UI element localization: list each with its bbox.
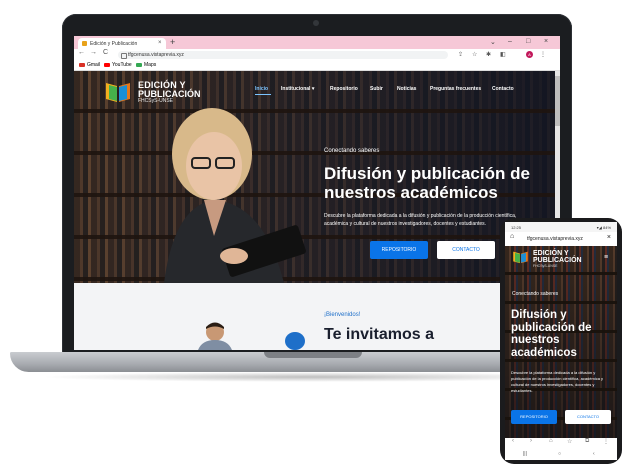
phone-status-bar: 12:25 ▾◢ 84% (505, 222, 617, 232)
youtube-icon (104, 62, 110, 67)
phone-status-icons: ▾◢ 84% (596, 225, 611, 230)
person-photo (198, 322, 232, 350)
laptop-screen: Edición y Publicación × + ⌄ – □ × ← → C … (74, 36, 560, 350)
phone-system-nav: ||| ○ ‹ (505, 450, 617, 460)
phone-book-logo-icon (513, 251, 528, 264)
info-circle-icon (285, 332, 305, 350)
woman-with-tablet-image (164, 108, 306, 283)
forward-icon[interactable]: → (90, 49, 97, 56)
nav-preguntas-frecuentes[interactable]: Preguntas frecuentes (430, 86, 481, 92)
phone-back-icon[interactable]: ‹ (512, 438, 514, 444)
phone-url-text: tfgcenusa.vistaprevia.xyz (527, 236, 583, 242)
tab-close-icon[interactable]: × (158, 40, 162, 46)
phone-repositorio-button[interactable]: REPOSITORIO (511, 410, 557, 424)
phone-menu-icon[interactable]: ⋮ (603, 438, 609, 445)
phone-contacto-button[interactable]: CONTACTO (565, 410, 611, 424)
phone-forward-icon[interactable]: › (530, 438, 532, 444)
maps-icon (136, 62, 142, 67)
bookmark-maps[interactable]: Maps (136, 62, 156, 68)
phone-hero-title: Difusión y publicación de nuestros acadé… (511, 309, 592, 359)
new-tab-button[interactable]: + (170, 37, 175, 47)
welcome-title: Te invitamos a (324, 326, 434, 343)
tab-title: Edición y Publicación (90, 41, 138, 47)
phone-hero-eyebrow: Conectando saberes (512, 291, 559, 297)
welcome-eyebrow: ¡Bienvenidos! (324, 312, 361, 318)
share-icon[interactable]: ⇪ (458, 51, 463, 58)
tab-list-icon[interactable]: ⌄ (490, 38, 496, 46)
hero-title: Difusión y publicación de nuestros acadé… (324, 164, 530, 202)
lock-icon (121, 53, 127, 59)
book-logo-icon (106, 83, 130, 102)
hero-eyebrow: Conectando saberes (324, 148, 380, 154)
system-home-icon[interactable]: ○ (558, 451, 561, 457)
browser-tab[interactable]: Edición y Publicación × (78, 38, 166, 49)
contacto-button[interactable]: CONTACTO (437, 241, 495, 259)
close-window-icon[interactable]: × (544, 38, 548, 45)
nav-repositorio[interactable]: Repositorio (330, 86, 358, 92)
phone-close-icon[interactable]: × (607, 234, 611, 241)
phone-tabs-icon[interactable]: ⧉ (585, 438, 589, 445)
nav-inicio[interactable]: Inicio (255, 86, 268, 92)
nav-institucional[interactable]: Institucional ▾ (281, 86, 314, 92)
phone-hamburger-icon[interactable]: ≡ (604, 254, 608, 261)
repositorio-button[interactable]: REPOSITORIO (370, 241, 428, 259)
back-icon[interactable]: ← (78, 49, 85, 56)
phone-logo-line-2: PUBLICACIÓN (533, 257, 582, 264)
phone-time: 12:25 (511, 225, 522, 230)
page-scrollbar-thumb[interactable] (555, 76, 560, 126)
phone-url-bar[interactable]: ⌂ tfgcenusa.vistaprevia.xyz × (505, 232, 617, 246)
side-panel-icon[interactable]: ◧ (500, 51, 506, 58)
laptop-notch (264, 352, 362, 358)
phone-logo-line-1: EDICIÓN Y (533, 250, 569, 257)
nav-active-underline (255, 94, 271, 95)
nav-noticias[interactable]: Noticias (397, 86, 416, 92)
bookmark-star-icon[interactable]: ☆ (472, 51, 477, 58)
phone-home-icon[interactable]: ⌂ (510, 233, 514, 240)
webcam-icon (313, 20, 319, 26)
bookmark-youtube[interactable]: YouTube (104, 62, 132, 68)
favicon-icon (82, 41, 87, 46)
welcome-section (74, 283, 560, 350)
gmail-icon (79, 62, 85, 67)
nav-subir[interactable]: Subir (370, 86, 383, 92)
nav-contacto[interactable]: Contacto (492, 86, 514, 92)
phone-toolbar-home-icon[interactable]: ⌂ (549, 438, 553, 444)
browser-menu-icon[interactable]: ⋮ (540, 51, 546, 58)
phone-hero-description: Descubre la plataforma dedicada a la dif… (511, 370, 604, 393)
logo-line-3: FHCSyS-UNSE (138, 98, 174, 104)
bookmark-gmail[interactable]: Gmail (79, 62, 100, 68)
reload-icon[interactable]: C (103, 49, 108, 56)
phone-star-icon[interactable]: ☆ (567, 438, 572, 445)
extensions-icon[interactable]: ✱ (486, 51, 491, 58)
phone-logo-line-3: FHCSyS-UNSE (533, 264, 558, 268)
profile-avatar[interactable]: A (526, 51, 533, 58)
url-text: tfgcenusa.vistaprevia.xyz (128, 52, 184, 58)
system-back-icon[interactable]: ‹ (593, 451, 595, 457)
recent-apps-icon[interactable]: ||| (523, 451, 527, 457)
maximize-icon[interactable]: □ (526, 38, 530, 45)
url-input[interactable]: tfgcenusa.vistaprevia.xyz (118, 51, 448, 59)
minimize-icon[interactable]: – (508, 38, 512, 45)
